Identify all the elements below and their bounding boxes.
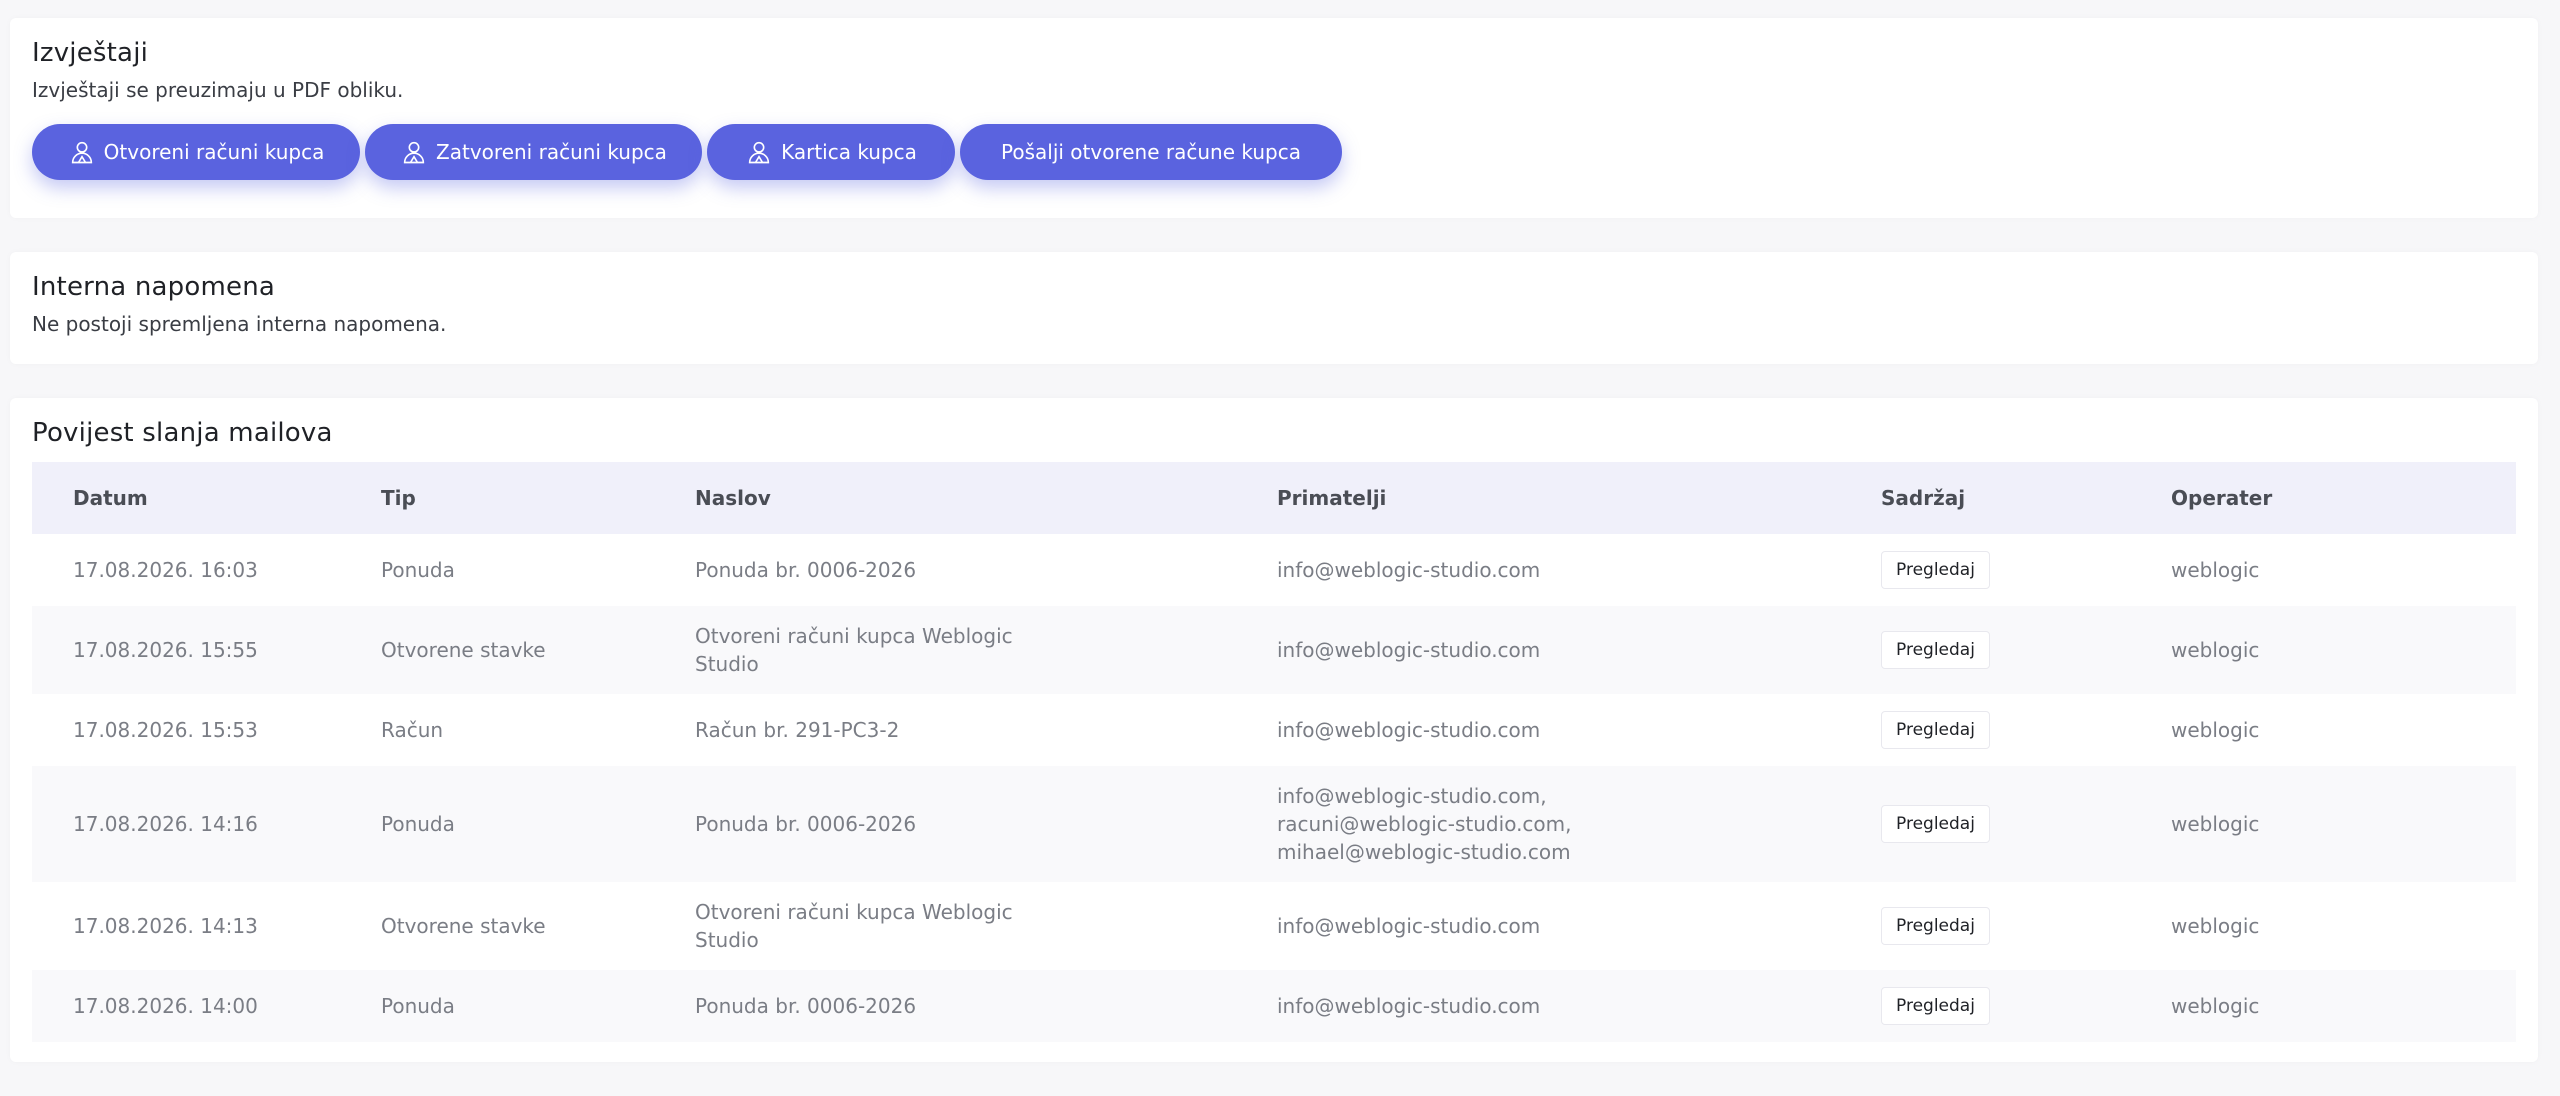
row-operator: weblogic bbox=[2171, 718, 2260, 742]
row-title: Ponuda br. 0006-2026 bbox=[654, 766, 1236, 882]
table-row: 17.08.2026. 14:13 Otvorene stavke Otvore… bbox=[32, 882, 2516, 970]
row-title-text: Ponuda br. 0006-2026 bbox=[695, 558, 917, 582]
row-recipients: info@weblogic-studio.com bbox=[1277, 718, 1541, 742]
mail-history-table: Datum Tip Naslov Primatelji Sadržaj Oper… bbox=[32, 462, 2516, 1042]
reports-card: Izvještaji Izvještaji se preuzimaju u PD… bbox=[10, 18, 2538, 218]
row-recipients: info@weblogic-studio.com bbox=[1277, 914, 1541, 938]
row-title: Otvoreni računi kupca Weblogic Studio bbox=[654, 882, 1236, 970]
row-content: Pregledaj bbox=[1840, 882, 2130, 970]
row-title: Ponuda br. 0006-2026 bbox=[654, 534, 1236, 606]
row-type: Otvorene stavke bbox=[381, 914, 546, 938]
internal-note-card: Interna napomena Ne postoji spremljena i… bbox=[10, 252, 2538, 364]
customer-card-button[interactable]: Kartica kupca bbox=[707, 124, 955, 180]
row-type: Ponuda bbox=[340, 970, 654, 1042]
closed-invoices-label: Zatvoreni računi kupca bbox=[436, 140, 667, 164]
row-operator: weblogic bbox=[2130, 970, 2516, 1042]
row-title-text: Račun br. 291-PC3-2 bbox=[695, 718, 900, 742]
table-row: 17.08.2026. 15:55 Otvorene stavke Otvore… bbox=[32, 606, 2516, 694]
row-type: Otvorene stavke bbox=[340, 606, 654, 694]
row-content: Pregledaj bbox=[1840, 694, 2130, 766]
row-date: 17.08.2026. 15:55 bbox=[32, 606, 340, 694]
table-row: 17.08.2026. 14:00 Ponuda Ponuda br. 0006… bbox=[32, 970, 2516, 1042]
reports-title: Izvještaji bbox=[32, 38, 149, 68]
preview-button[interactable]: Pregledaj bbox=[1881, 907, 1990, 945]
row-date: 17.08.2026. 14:16 bbox=[32, 766, 340, 882]
table-row: 17.08.2026. 16:03 Ponuda Ponuda br. 0006… bbox=[32, 534, 2516, 606]
preview-button[interactable]: Pregledaj bbox=[1881, 711, 1990, 749]
row-title-text: Ponuda br. 0006-2026 bbox=[695, 812, 917, 836]
row-content: Pregledaj bbox=[1840, 534, 2130, 606]
row-operator: weblogic bbox=[2130, 606, 2516, 694]
row-content: Pregledaj bbox=[1840, 766, 2130, 882]
row-title: Ponuda br. 0006-2026 bbox=[654, 970, 1236, 1042]
row-title-text: Otvoreni računi kupca Weblogic Studio bbox=[695, 900, 1013, 952]
row-recipients: info@weblogic-studio.com, racuni@weblogi… bbox=[1236, 766, 1840, 882]
column-header-date[interactable]: Datum bbox=[32, 462, 340, 534]
internal-note-text: Ne postoji spremljena interna napomena. bbox=[32, 312, 447, 336]
row-type: Ponuda bbox=[340, 766, 654, 882]
customer-card-label: Kartica kupca bbox=[781, 140, 917, 164]
closed-invoices-button[interactable]: Zatvoreni računi kupca bbox=[365, 124, 702, 180]
open-invoices-label: Otvoreni računi kupca bbox=[103, 140, 325, 164]
row-recipients: info@weblogic-studio.com bbox=[1277, 558, 1541, 582]
row-date: 17.08.2026. 14:13 bbox=[73, 914, 258, 938]
table-row: 17.08.2026. 15:53 Račun Račun br. 291-PC… bbox=[32, 694, 2516, 766]
column-header-content[interactable]: Sadržaj bbox=[1840, 462, 2130, 534]
row-content: Pregledaj bbox=[1840, 970, 2130, 1042]
report-buttons: Otvoreni računi kupca Zatvoreni računi k… bbox=[32, 124, 2516, 180]
row-date: 17.08.2026. 15:53 bbox=[73, 718, 258, 742]
row-operator: weblogic bbox=[2171, 558, 2260, 582]
user-icon bbox=[403, 141, 425, 164]
row-operator: weblogic bbox=[2130, 766, 2516, 882]
user-icon bbox=[71, 141, 92, 164]
row-title-text: Ponuda br. 0006-2026 bbox=[695, 994, 917, 1018]
row-title-text: Otvoreni računi kupca Weblogic Studio bbox=[695, 624, 1013, 676]
user-icon bbox=[748, 141, 770, 164]
row-date: 17.08.2026. 14:00 bbox=[32, 970, 340, 1042]
column-header-recipients[interactable]: Primatelji bbox=[1236, 462, 1840, 534]
reports-subtitle: Izvještaji se preuzimaju u PDF obliku. bbox=[32, 78, 404, 102]
preview-button[interactable]: Pregledaj bbox=[1881, 631, 1990, 669]
preview-button[interactable]: Pregledaj bbox=[1881, 987, 1990, 1025]
preview-button[interactable]: Pregledaj bbox=[1881, 805, 1990, 843]
table-row: 17.08.2026. 14:16 Ponuda Ponuda br. 0006… bbox=[32, 766, 2516, 882]
row-recipients: info@weblogic-studio.com bbox=[1236, 970, 1840, 1042]
column-header-title[interactable]: Naslov bbox=[654, 462, 1236, 534]
row-recipients: info@weblogic-studio.com bbox=[1236, 606, 1840, 694]
mail-history-title: Povijest slanja mailova bbox=[32, 418, 333, 448]
open-invoices-button[interactable]: Otvoreni računi kupca bbox=[32, 124, 360, 180]
internal-note-title: Interna napomena bbox=[32, 272, 276, 302]
row-type: Ponuda bbox=[381, 558, 455, 582]
column-header-type[interactable]: Tip bbox=[340, 462, 654, 534]
row-date: 17.08.2026. 16:03 bbox=[73, 558, 258, 582]
row-content: Pregledaj bbox=[1840, 606, 2130, 694]
send-open-invoices-button[interactable]: Pošalji otvorene račune kupca bbox=[960, 124, 1342, 180]
preview-button[interactable]: Pregledaj bbox=[1881, 551, 1990, 589]
column-header-operator[interactable]: Operater bbox=[2130, 462, 2516, 534]
row-title: Otvoreni računi kupca Weblogic Studio bbox=[654, 606, 1236, 694]
table-header-row: Datum Tip Naslov Primatelji Sadržaj Oper… bbox=[32, 462, 2516, 534]
row-type: Račun bbox=[381, 718, 444, 742]
row-operator: weblogic bbox=[2171, 914, 2260, 938]
mail-history-card: Povijest slanja mailova Datum Tip Naslov… bbox=[10, 398, 2538, 1062]
row-title: Račun br. 291-PC3-2 bbox=[654, 694, 1236, 766]
send-open-invoices-label: Pošalji otvorene račune kupca bbox=[1001, 140, 1301, 164]
